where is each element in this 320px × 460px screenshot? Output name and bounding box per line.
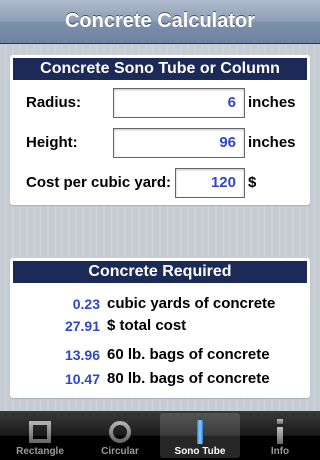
info-icon <box>265 419 295 445</box>
total-cost-text: $ total cost <box>107 317 187 334</box>
tab-sono-tube[interactable]: Sono Tube <box>160 413 240 458</box>
square-icon <box>25 419 55 445</box>
radius-unit: inches <box>248 94 296 111</box>
tab-info[interactable]: Info <box>240 411 320 460</box>
tab-sono-tube-label: Sono Tube <box>174 446 226 457</box>
input-panel: Concrete Sono Tube or Column Radius: 6 i… <box>10 55 310 205</box>
cost-label: Cost per cubic yard: <box>26 174 172 191</box>
cost-unit: $ <box>248 174 257 191</box>
cubic-yards-text: cubic yards of concrete <box>107 295 276 312</box>
tube-icon <box>185 419 215 445</box>
tab-rectangle-label: Rectangle <box>16 446 64 457</box>
bags-60lb-value: 13.96 <box>64 347 100 363</box>
tab-bar: Rectangle Circular Sono Tube Info <box>0 411 320 460</box>
height-row: Height: 96 inches <box>10 128 310 158</box>
bags-80lb-value: 10.47 <box>64 371 100 387</box>
bags-60lb-text: 60 lb. bags of concrete <box>107 346 270 363</box>
page-title: Concrete Calculator <box>64 10 256 32</box>
radius-label: Radius: <box>26 94 82 111</box>
input-panel-header: Concrete Sono Tube or Column <box>13 58 307 80</box>
result-panel: Concrete Required 0.23 cubic yards of co… <box>10 258 310 398</box>
total-cost-value: 27.91 <box>64 318 100 334</box>
height-unit: inches <box>248 134 296 151</box>
height-label: Height: <box>26 134 78 151</box>
cost-input[interactable]: 120 <box>175 168 245 198</box>
cubic-yards-value: 0.23 <box>72 296 100 312</box>
bags-80lb-text: 80 lb. bags of concrete <box>107 370 270 387</box>
result-panel-header: Concrete Required <box>13 261 307 283</box>
radius-input[interactable]: 6 <box>113 88 245 118</box>
height-input[interactable]: 96 <box>113 128 245 158</box>
radius-row: Radius: 6 inches <box>10 88 310 118</box>
tab-circular[interactable]: Circular <box>80 411 160 460</box>
tab-circular-label: Circular <box>101 446 139 457</box>
tab-rectangle[interactable]: Rectangle <box>0 411 80 460</box>
circle-icon <box>105 419 135 445</box>
cost-row: Cost per cubic yard: 120 $ <box>10 168 310 198</box>
result-row-60lb-bags: 13.96 60 lb. bags of concrete <box>10 345 310 365</box>
tab-info-label: Info <box>270 446 290 457</box>
result-row-total-cost: 27.91 $ total cost <box>10 316 310 336</box>
result-row-cubic-yards: 0.23 cubic yards of concrete <box>10 294 310 314</box>
navigation-bar: Concrete Calculator <box>0 0 320 44</box>
result-row-80lb-bags: 10.47 80 lb. bags of concrete <box>10 369 310 389</box>
